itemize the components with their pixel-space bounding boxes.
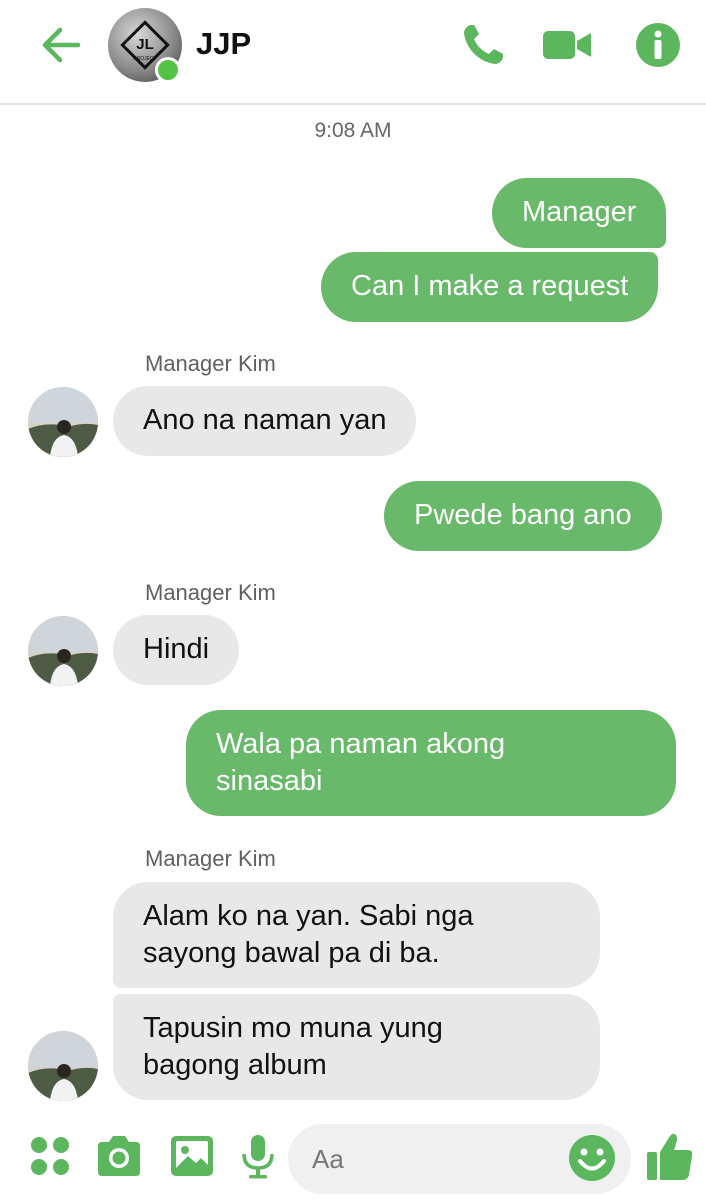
message-line: Alam ko na yan. Sabi nga	[143, 900, 474, 932]
received-message-bubble[interactable]: Ano na naman yan	[113, 386, 417, 456]
microphone-icon[interactable]	[234, 1132, 282, 1180]
message-line: Wala pa naman akong	[216, 728, 506, 760]
online-status-dot	[155, 57, 181, 83]
conversation-header: JL PROJECT JJP	[0, 0, 706, 105]
sent-message-bubble[interactable]: Can I make a request	[321, 252, 659, 322]
back-arrow-icon[interactable]	[38, 22, 84, 68]
sender-avatar[interactable]	[28, 616, 98, 686]
received-message-bubble[interactable]: Tapusin mo muna yung bagong album	[113, 994, 600, 1100]
sender-name: Manager Kim	[145, 580, 276, 605]
thumbs-up-icon[interactable]	[645, 1130, 695, 1182]
sent-message-bubble[interactable]: Wala pa naman akong sinasabi	[186, 710, 676, 816]
sent-message-bubble[interactable]: Pwede bang ano	[384, 481, 662, 551]
phone-icon[interactable]	[458, 20, 508, 70]
sent-message-bubble[interactable]: Manager	[492, 178, 667, 248]
sender-name: Manager Kim	[145, 846, 276, 871]
conversation-title[interactable]: JJP	[196, 26, 251, 62]
apps-grid-icon[interactable]	[26, 1132, 74, 1180]
sender-avatar[interactable]	[28, 387, 98, 457]
message-line: bagong album	[143, 1049, 327, 1081]
sender-avatar[interactable]	[28, 1031, 98, 1101]
message-composer: Aa	[0, 1118, 706, 1200]
message-timestamp: 9:08 AM	[314, 119, 392, 142]
message-line: sayong bawal pa di ba.	[143, 937, 440, 969]
video-camera-icon[interactable]	[542, 20, 592, 70]
logo-subtext: PROJECT	[133, 56, 156, 62]
sender-name: Manager Kim	[145, 351, 276, 376]
received-message-bubble[interactable]: Hindi	[113, 615, 240, 685]
message-line: Tapusin mo muna yung	[143, 1012, 443, 1044]
emoji-icon[interactable]	[568, 1134, 616, 1182]
received-message-bubble[interactable]: Alam ko na yan. Sabi nga sayong bawal pa…	[113, 882, 600, 988]
camera-icon[interactable]	[95, 1132, 143, 1180]
image-icon[interactable]	[168, 1132, 216, 1180]
logo-text: JL	[136, 36, 154, 53]
message-line: sinasabi	[216, 765, 323, 797]
info-icon[interactable]	[633, 20, 683, 70]
